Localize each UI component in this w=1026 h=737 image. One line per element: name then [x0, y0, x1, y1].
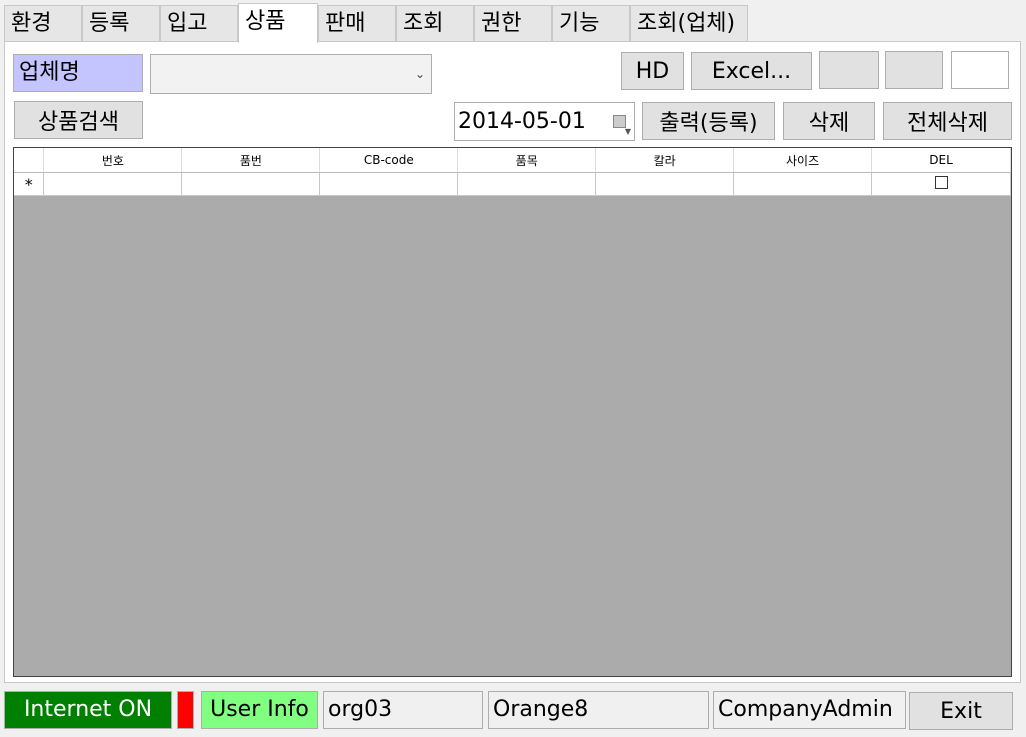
blank-button-3[interactable] [951, 51, 1009, 89]
grid-header-row: 번호 품번 CB-code 품목 칼라 사이즈 DEL [14, 148, 1011, 173]
vendor-combo[interactable]: ⌄ [150, 54, 432, 94]
tab-products[interactable]: 상품 [238, 3, 318, 43]
grid-cell[interactable] [595, 172, 735, 196]
chevron-down-icon: ⌄ [414, 67, 425, 81]
exit-button[interactable]: Exit [909, 692, 1013, 730]
user-id-field: org03 [323, 691, 483, 729]
product-search-button[interactable]: 상품검색 [14, 101, 143, 139]
user-name-field: Orange8 [488, 691, 709, 729]
grid-cell[interactable] [457, 172, 597, 196]
delete-button[interactable]: 삭제 [783, 102, 875, 140]
tab-strip: 환경 등록 입고 상품 판매 조회 권한 기능 조회(업체) [4, 3, 1022, 43]
print-register-button[interactable]: 출력(등록) [642, 102, 775, 140]
blank-button-2[interactable] [885, 51, 943, 89]
column-header[interactable]: CB-code [319, 148, 459, 173]
column-header[interactable]: 사이즈 [733, 148, 873, 173]
grid-cell[interactable] [871, 172, 1011, 196]
status-indicator [177, 691, 194, 729]
del-checkbox[interactable] [934, 176, 948, 189]
row-header-corner [14, 148, 45, 173]
column-header[interactable]: 품번 [181, 148, 321, 173]
column-header[interactable]: DEL [871, 148, 1011, 173]
user-info-button[interactable]: User Info [201, 691, 318, 729]
grid-cell[interactable] [181, 172, 321, 196]
column-header[interactable]: 번호 [43, 148, 183, 173]
column-header[interactable]: 칼라 [595, 148, 735, 173]
vendor-label: 업체명 [13, 54, 143, 92]
tab-settings[interactable]: 환경 [4, 5, 82, 41]
tab-inquiry[interactable]: 조회 [396, 5, 474, 41]
hd-button[interactable]: HD [621, 52, 684, 90]
grid-cell[interactable] [733, 172, 873, 196]
tab-inquiry-vendor[interactable]: 조회(업체) [630, 5, 748, 41]
grid-cell[interactable] [319, 172, 459, 196]
blank-button-1[interactable] [819, 51, 879, 89]
excel-button[interactable]: Excel... [691, 52, 812, 90]
internet-status: Internet ON [4, 691, 172, 729]
date-picker[interactable]: 2014-05-01 ▼ [454, 102, 635, 141]
role-field: CompanyAdmin [713, 691, 906, 729]
grid-cell[interactable] [43, 172, 183, 196]
tab-permissions[interactable]: 권한 [474, 5, 552, 41]
delete-all-button[interactable]: 전체삭제 [883, 102, 1012, 140]
product-grid[interactable]: 번호 품번 CB-code 품목 칼라 사이즈 DEL * [13, 147, 1012, 677]
new-row-marker: * [14, 172, 45, 196]
tab-stock-in[interactable]: 입고 [160, 5, 238, 41]
tab-register[interactable]: 등록 [82, 5, 160, 41]
date-value: 2014-05-01 [458, 109, 586, 134]
column-header[interactable]: 품목 [457, 148, 597, 173]
dropdown-arrow-icon: ▼ [624, 127, 631, 136]
tab-functions[interactable]: 기능 [552, 5, 630, 41]
tab-sales[interactable]: 판매 [318, 5, 396, 41]
new-row[interactable]: * [14, 172, 1011, 196]
